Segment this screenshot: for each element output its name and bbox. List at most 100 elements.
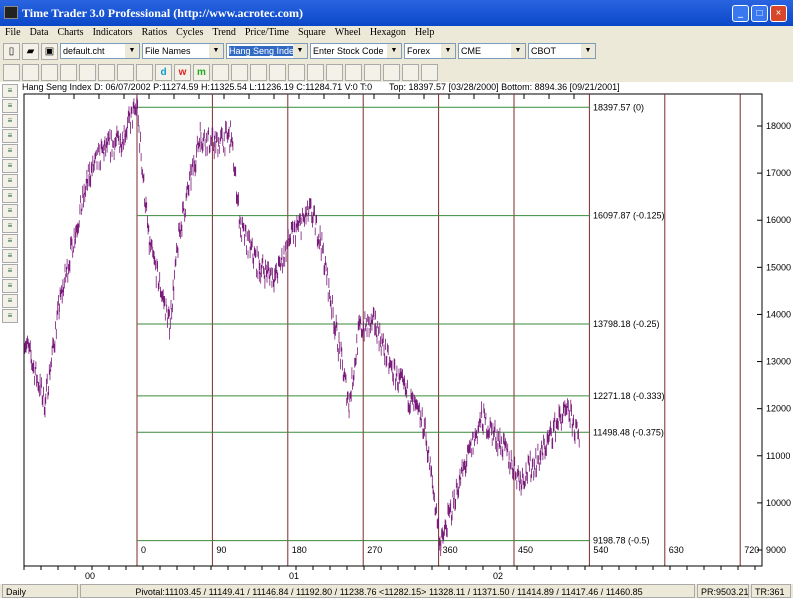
menu-pricetime[interactable]: Price/Time (245, 26, 289, 40)
save-icon[interactable]: ▣ (41, 42, 58, 60)
menu-indicators[interactable]: Indicators (93, 26, 133, 40)
cycle-label: 180 (292, 545, 307, 555)
y-tick-label: 11000 (766, 451, 790, 461)
cycle-label: 0 (141, 545, 146, 555)
m-tool-icon[interactable]: m (193, 63, 210, 81)
d-tool-icon[interactable]: d (155, 63, 172, 81)
right-tool-icon[interactable] (41, 63, 58, 81)
menu-help[interactable]: Help (415, 26, 434, 40)
pencil-tool-icon[interactable] (364, 63, 381, 81)
menu-square[interactable]: Square (298, 26, 326, 40)
combo-value: CBOT (531, 46, 557, 56)
tools-toolbar: dwm (0, 62, 793, 82)
y-tick-label: 13000 (766, 357, 791, 367)
cycle-label: 540 (593, 545, 608, 555)
line-tool-icon[interactable] (212, 63, 229, 81)
y-tick-label: 16000 (766, 215, 791, 225)
x-tick-label: 00 (85, 571, 95, 581)
range-info: Top: 18397.57 [03/28/2000] Bottom: 8894.… (389, 82, 620, 92)
bars-tool-icon[interactable] (307, 63, 324, 81)
y-tick-label: 18000 (766, 121, 791, 131)
combo-value: Forex (407, 46, 431, 56)
combo-2[interactable]: Hang Seng Index ▼ (226, 43, 308, 59)
retracement-label: 18397.57 (0) (593, 102, 644, 112)
scale-tool-icon[interactable] (117, 63, 134, 81)
y-tick-label: 9000 (766, 545, 786, 555)
status-bar: Daily Pivotal:11103.45 / 11149.41 / 1114… (0, 584, 793, 598)
app-icon (4, 6, 18, 19)
cycle-label: 450 (518, 545, 533, 555)
zoom-tool-icon[interactable] (3, 63, 20, 81)
combo-value: Hang Seng Index (229, 46, 299, 56)
combo-1[interactable]: File Names ▼ (142, 43, 224, 59)
open-folder-icon[interactable]: ▰ (22, 42, 39, 60)
clear-tool-icon[interactable] (383, 63, 400, 81)
menu-cycles[interactable]: Cycles (176, 26, 203, 40)
tr-status: TR:361 (751, 584, 791, 598)
menu-wheel[interactable]: Wheel (335, 26, 361, 40)
cycle-label: 360 (443, 545, 458, 555)
new-file-icon[interactable]: ▯ (3, 42, 20, 60)
up-tool-icon[interactable] (60, 63, 77, 81)
maximize-button[interactable]: □ (751, 5, 768, 22)
chevron-down-icon[interactable]: ▼ (387, 44, 401, 58)
pr-status: PR:9503.21 (697, 584, 749, 598)
swing-tool-icon[interactable] (345, 63, 362, 81)
fit-tool-icon[interactable] (98, 63, 115, 81)
combo-value: File Names (145, 46, 191, 56)
menu-data[interactable]: Data (30, 26, 49, 40)
fib-tool-icon[interactable] (288, 63, 305, 81)
menu-file[interactable]: File (5, 26, 21, 40)
chevron-down-icon[interactable]: ▼ (441, 44, 455, 58)
check-tool-icon[interactable] (326, 63, 343, 81)
combo-value: Enter Stock Code (313, 46, 384, 56)
bar-info: Hang Seng Index D: 06/07/2002 P:11274.59… (22, 82, 373, 92)
chevron-down-icon[interactable]: ▼ (125, 44, 139, 58)
combo-5[interactable]: CME ▼ (458, 43, 526, 59)
chevron-down-icon[interactable]: ▼ (293, 44, 307, 58)
left-tool-icon[interactable] (22, 63, 39, 81)
t2-tool-icon[interactable] (250, 63, 267, 81)
cycle-label: 720 (744, 545, 759, 555)
title-bar: Time Trader 3.0 Professional (http://www… (0, 0, 793, 26)
retracement-label: 9198.78 (-0.5) (593, 536, 650, 546)
menu-bar: File Data Charts Indicators Ratios Cycles Tren… (0, 26, 793, 40)
cycle-label: 630 (669, 545, 684, 555)
period-status: Daily (2, 584, 78, 598)
w-tool-icon[interactable]: w (174, 63, 191, 81)
y-tick-label: 14000 (766, 309, 791, 319)
brush-tool-icon[interactable] (402, 63, 419, 81)
combo-value: CME (461, 46, 481, 56)
window-title: Time Trader 3.0 Professional (http://www… (22, 5, 303, 20)
menu-charts[interactable]: Charts (57, 26, 83, 40)
t1-tool-icon[interactable] (231, 63, 248, 81)
retracement-label: 16097.87 (-0.125) (593, 211, 665, 221)
chevron-down-icon[interactable]: ▼ (511, 44, 525, 58)
combo-4[interactable]: Forex ▼ (404, 43, 456, 59)
cross-tool-icon[interactable] (136, 63, 153, 81)
retracement-label: 12271.18 (-0.333) (593, 391, 665, 401)
down-tool-icon[interactable] (79, 63, 96, 81)
y-tick-label: 17000 (766, 168, 791, 178)
main-toolbar: ▯ ▰ ▣ default.cht ▼ File Names ▼ Hang Seng I… (0, 40, 793, 62)
retracement-label: 13798.18 (-0.25) (593, 319, 660, 329)
cycle-label: 90 (216, 545, 226, 555)
price-chart[interactable]: 0 90 180 270 360 450 540 630 720 18397.57 (0) 1609… (0, 93, 793, 584)
retracement-label: 11498.48 (-0.375) (593, 427, 664, 437)
chevron-down-icon[interactable]: ▼ (209, 44, 223, 58)
gann-tool-icon[interactable] (269, 63, 286, 81)
y-tick-label: 12000 (766, 404, 791, 414)
info-bar: Hang Seng Index D: 06/07/2002 P:11274.59… (22, 82, 762, 93)
chevron-down-icon[interactable]: ▼ (581, 44, 595, 58)
y-tick-label: 10000 (766, 498, 791, 508)
minimize-button[interactable]: _ (732, 5, 749, 22)
menu-trend[interactable]: Trend (212, 26, 236, 40)
close-button[interactable]: × (770, 5, 787, 22)
combo-3[interactable]: Enter Stock Code ▼ (310, 43, 402, 59)
pivotal-status: Pivotal:11103.45 / 11149.41 / 11146.84 /… (80, 584, 695, 598)
combo-0[interactable]: default.cht ▼ (60, 43, 140, 59)
camera-tool-icon[interactable] (421, 63, 438, 81)
menu-hexagon[interactable]: Hexagon (370, 26, 406, 40)
combo-6[interactable]: CBOT ▼ (528, 43, 596, 59)
menu-ratios[interactable]: Ratios (142, 26, 168, 40)
